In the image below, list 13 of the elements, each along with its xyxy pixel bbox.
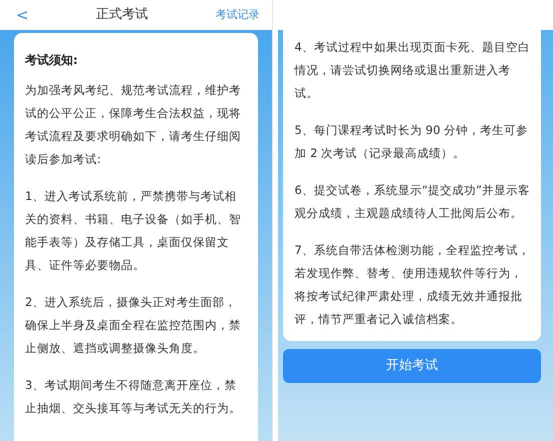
notice-heading: 考试须知:	[25, 52, 79, 69]
notice-paragraph: 3、考试期间考生不得随意离开座位，禁止抽烟、交头接耳等与考试无关的行为。	[25, 377, 242, 417]
notice-paragraph: 6、提交试卷，系统显示“提交成功”并显示客观分成绩，主观题成绩待人工批阅后公布。	[294, 182, 531, 222]
notice-paragraph: 7、系统自带活体检测功能，全程监控考试，若发现作弊、替考、使用违规软件等行为，将按考试纪律严肃处理，成绩无效并通报批评，情节严重者记入诚信档案。	[294, 242, 531, 328]
notice-paragraph: 为加强考风考纪、规范考试流程，维护考试的公平公正，保障考生合法权益，现将考试流程及要求明确如下，请考生仔细阅读后参加考试:	[25, 82, 242, 168]
page-title: 正式考试	[96, 6, 148, 24]
notice-paragraph: 5、每门课程考试时长为 90 分钟，考生可参加 2 次考试（记录最高成绩）。	[294, 122, 529, 162]
notice-paragraph: 4、考试过程中如果出现页面卡死、题目空白情况，请尝试切换网络或退出重新进入考试。	[294, 39, 531, 102]
back-button[interactable]: <	[16, 4, 29, 26]
notice-paragraph: 2、进入系统后，摄像头正对考生面部，确保上半身及桌面全程在监控范围内，禁止侧放、遮挡或调整摄像头角度。	[25, 294, 242, 357]
exam-records-link[interactable]: 考试记录	[215, 6, 260, 24]
notice-paragraph: 1、进入考试系统前，严禁携带与考试相关的资料、书籍、电子设备（如手机、智能手表等）及存储工具，桌面仅保留文具、证件等必要物品。	[25, 188, 242, 274]
start-exam-button[interactable]: 开始考试	[282, 349, 541, 383]
